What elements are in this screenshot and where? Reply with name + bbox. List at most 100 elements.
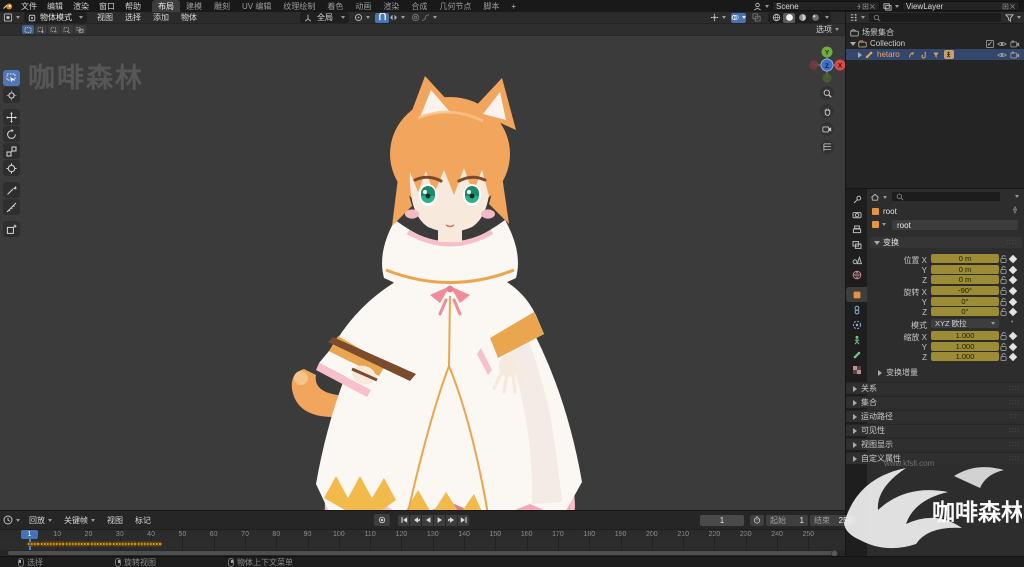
frame-end-field[interactable]: 结束 250 — [810, 514, 856, 526]
rotation-y-lock-icon[interactable] — [1000, 297, 1007, 308]
current-frame-indicator[interactable]: 1 — [21, 529, 38, 539]
scale-z-field[interactable]: 1.000 — [931, 352, 999, 361]
animation-action-icon[interactable] — [920, 51, 928, 59]
mode-dropdown[interactable]: 物体模式 — [24, 12, 87, 23]
topbar-menu-4[interactable]: 帮助 — [120, 1, 146, 12]
location-x-field[interactable]: 0 m — [931, 254, 999, 263]
rotation-x-keyframe-diamond[interactable] — [1008, 286, 1018, 296]
shading-rendered-button[interactable] — [809, 13, 821, 23]
outliner-object-row[interactable]: hetaro — [846, 49, 1024, 60]
workspace-tab[interactable]: 建模 — [180, 0, 208, 12]
close-icon[interactable] — [1009, 3, 1016, 10]
expand-icon[interactable] — [850, 41, 856, 46]
view-layer-properties-tab[interactable] — [846, 237, 867, 252]
location-y-field[interactable]: 0 m — [931, 264, 999, 274]
texture-properties-tab[interactable] — [846, 362, 867, 377]
orientation-dropdown[interactable]: 全局 — [300, 12, 349, 23]
workspace-tab[interactable]: 几何节点 — [433, 0, 477, 12]
viewport-menu-2[interactable]: 添加 — [147, 12, 175, 23]
gizmos-dropdown[interactable] — [710, 13, 726, 23]
snap-toggle[interactable] — [375, 12, 389, 23]
delta-transform-subpanel[interactable]: 变换增量 — [878, 367, 918, 378]
render-properties-tab[interactable] — [846, 207, 867, 222]
rotation-z-keyframe-diamond[interactable] — [1008, 307, 1018, 317]
play-button[interactable] — [434, 514, 445, 526]
collapse-icon[interactable] — [858, 51, 862, 58]
properties-options-icon[interactable] — [1015, 195, 1019, 198]
properties-search-input[interactable] — [892, 192, 1000, 201]
output-properties-tab[interactable] — [846, 222, 867, 237]
outliner-search-input[interactable] — [869, 13, 1001, 22]
timeline-scrollbar[interactable] — [8, 549, 838, 557]
scale-y-keyframe-diamond[interactable] — [1008, 342, 1018, 351]
rotate-tool-button[interactable] — [3, 126, 20, 142]
pan-hand-button[interactable] — [820, 104, 834, 118]
transform-tool-button[interactable] — [3, 160, 20, 176]
scale-x-field[interactable]: 1.000 — [931, 331, 999, 340]
editor-type-icon[interactable] — [3, 13, 20, 23]
shading-wireframe-button[interactable] — [770, 13, 782, 23]
timeline-menu-2[interactable]: 视图 — [101, 515, 129, 526]
topbar-menu-1[interactable]: 编辑 — [42, 1, 68, 12]
outliner-scene-collection-row[interactable]: 场景集合 — [846, 27, 1024, 38]
workspace-tab[interactable]: 纹理绘制 — [277, 0, 321, 12]
location-y-lock-icon[interactable] — [1000, 265, 1007, 276]
use-preview-range-toggle[interactable] — [750, 514, 764, 526]
timeline-menu-1[interactable]: 关键帧 — [58, 515, 101, 526]
outliner-filter-dropdown[interactable] — [1005, 13, 1021, 23]
timeline-menu-3[interactable]: 标记 — [129, 515, 157, 526]
modifier-filter-icon[interactable] — [932, 51, 940, 59]
3d-viewport[interactable]: 选项 咖啡森林 kfsll.com Y X Z — [0, 24, 845, 510]
workspace-tab[interactable]: 脚本 — [477, 0, 505, 12]
location-z-lock-icon[interactable] — [1000, 276, 1007, 286]
panel-3[interactable]: 可见性:::: — [846, 424, 1024, 436]
animate-property-dot[interactable]: • — [1011, 319, 1013, 326]
workspace-tab[interactable]: 雕刻 — [208, 0, 236, 12]
add-workspace-button[interactable]: + — [505, 0, 522, 12]
select-mode-intersect-button[interactable] — [74, 25, 86, 34]
play-reverse-button[interactable] — [422, 514, 433, 526]
scale-tool-button[interactable] — [3, 143, 20, 159]
armature-data-icon[interactable] — [908, 51, 916, 59]
scale-x-lock-icon[interactable] — [1000, 332, 1007, 342]
auto-keying-toggle[interactable] — [374, 514, 390, 526]
workspace-tab[interactable]: 合成 — [405, 0, 433, 12]
panel-2[interactable]: 运动路径:::: — [846, 410, 1024, 422]
snap-with-dropdown[interactable] — [389, 13, 405, 23]
rotation-y-keyframe-diamond[interactable] — [1008, 297, 1018, 306]
workspace-tab[interactable]: 着色 — [321, 0, 349, 12]
options-dropdown[interactable]: 选项 — [816, 24, 839, 35]
select-mode-extend-button[interactable] — [35, 25, 47, 34]
workspace-tab[interactable]: UV 编辑 — [236, 0, 277, 12]
panel-0[interactable]: 关系:::: — [846, 382, 1024, 394]
select-box-tool-button[interactable] — [3, 70, 20, 86]
next-keyframe-button[interactable] — [446, 514, 457, 526]
rotation-z-field[interactable]: 0° — [931, 307, 999, 316]
viewport-menu-0[interactable]: 视图 — [91, 12, 119, 23]
rotation-y-field[interactable]: 0° — [931, 296, 999, 306]
jump-to-end-button[interactable] — [458, 514, 469, 526]
rotation-mode-dropdown[interactable]: XYZ 欧拉 — [931, 319, 999, 328]
previous-keyframe-button[interactable] — [410, 514, 421, 526]
properties-editor-type-icon[interactable] — [870, 192, 887, 202]
move-tool-button[interactable] — [3, 109, 20, 125]
camera-view-button[interactable] — [820, 122, 834, 136]
panel-1[interactable]: 集合:::: — [846, 396, 1024, 408]
workspace-tab[interactable]: 动画 — [349, 0, 377, 12]
location-x-lock-icon[interactable] — [1000, 255, 1007, 265]
measure-tool-button[interactable] — [3, 199, 20, 215]
timeline-editor-type-icon[interactable] — [3, 515, 20, 525]
overlays-toggle[interactable] — [731, 12, 746, 23]
current-frame-field[interactable]: 1 — [700, 514, 744, 526]
select-mode-new-button[interactable] — [22, 25, 34, 34]
outliner-collection-row[interactable]: Collection ✓ — [846, 38, 1024, 49]
scale-y-lock-icon[interactable] — [1000, 342, 1007, 353]
character-model[interactable] — [232, 74, 672, 510]
scale-z-lock-icon[interactable] — [1000, 353, 1007, 363]
transform-panel-header[interactable]: 变换 :::: — [870, 237, 1022, 248]
xray-toggle[interactable] — [750, 13, 762, 23]
close-icon[interactable] — [869, 3, 876, 10]
outliner-display-mode-dropdown[interactable] — [849, 13, 865, 23]
pin-icon[interactable] — [855, 3, 862, 10]
hide-eye-icon[interactable] — [997, 51, 1007, 59]
